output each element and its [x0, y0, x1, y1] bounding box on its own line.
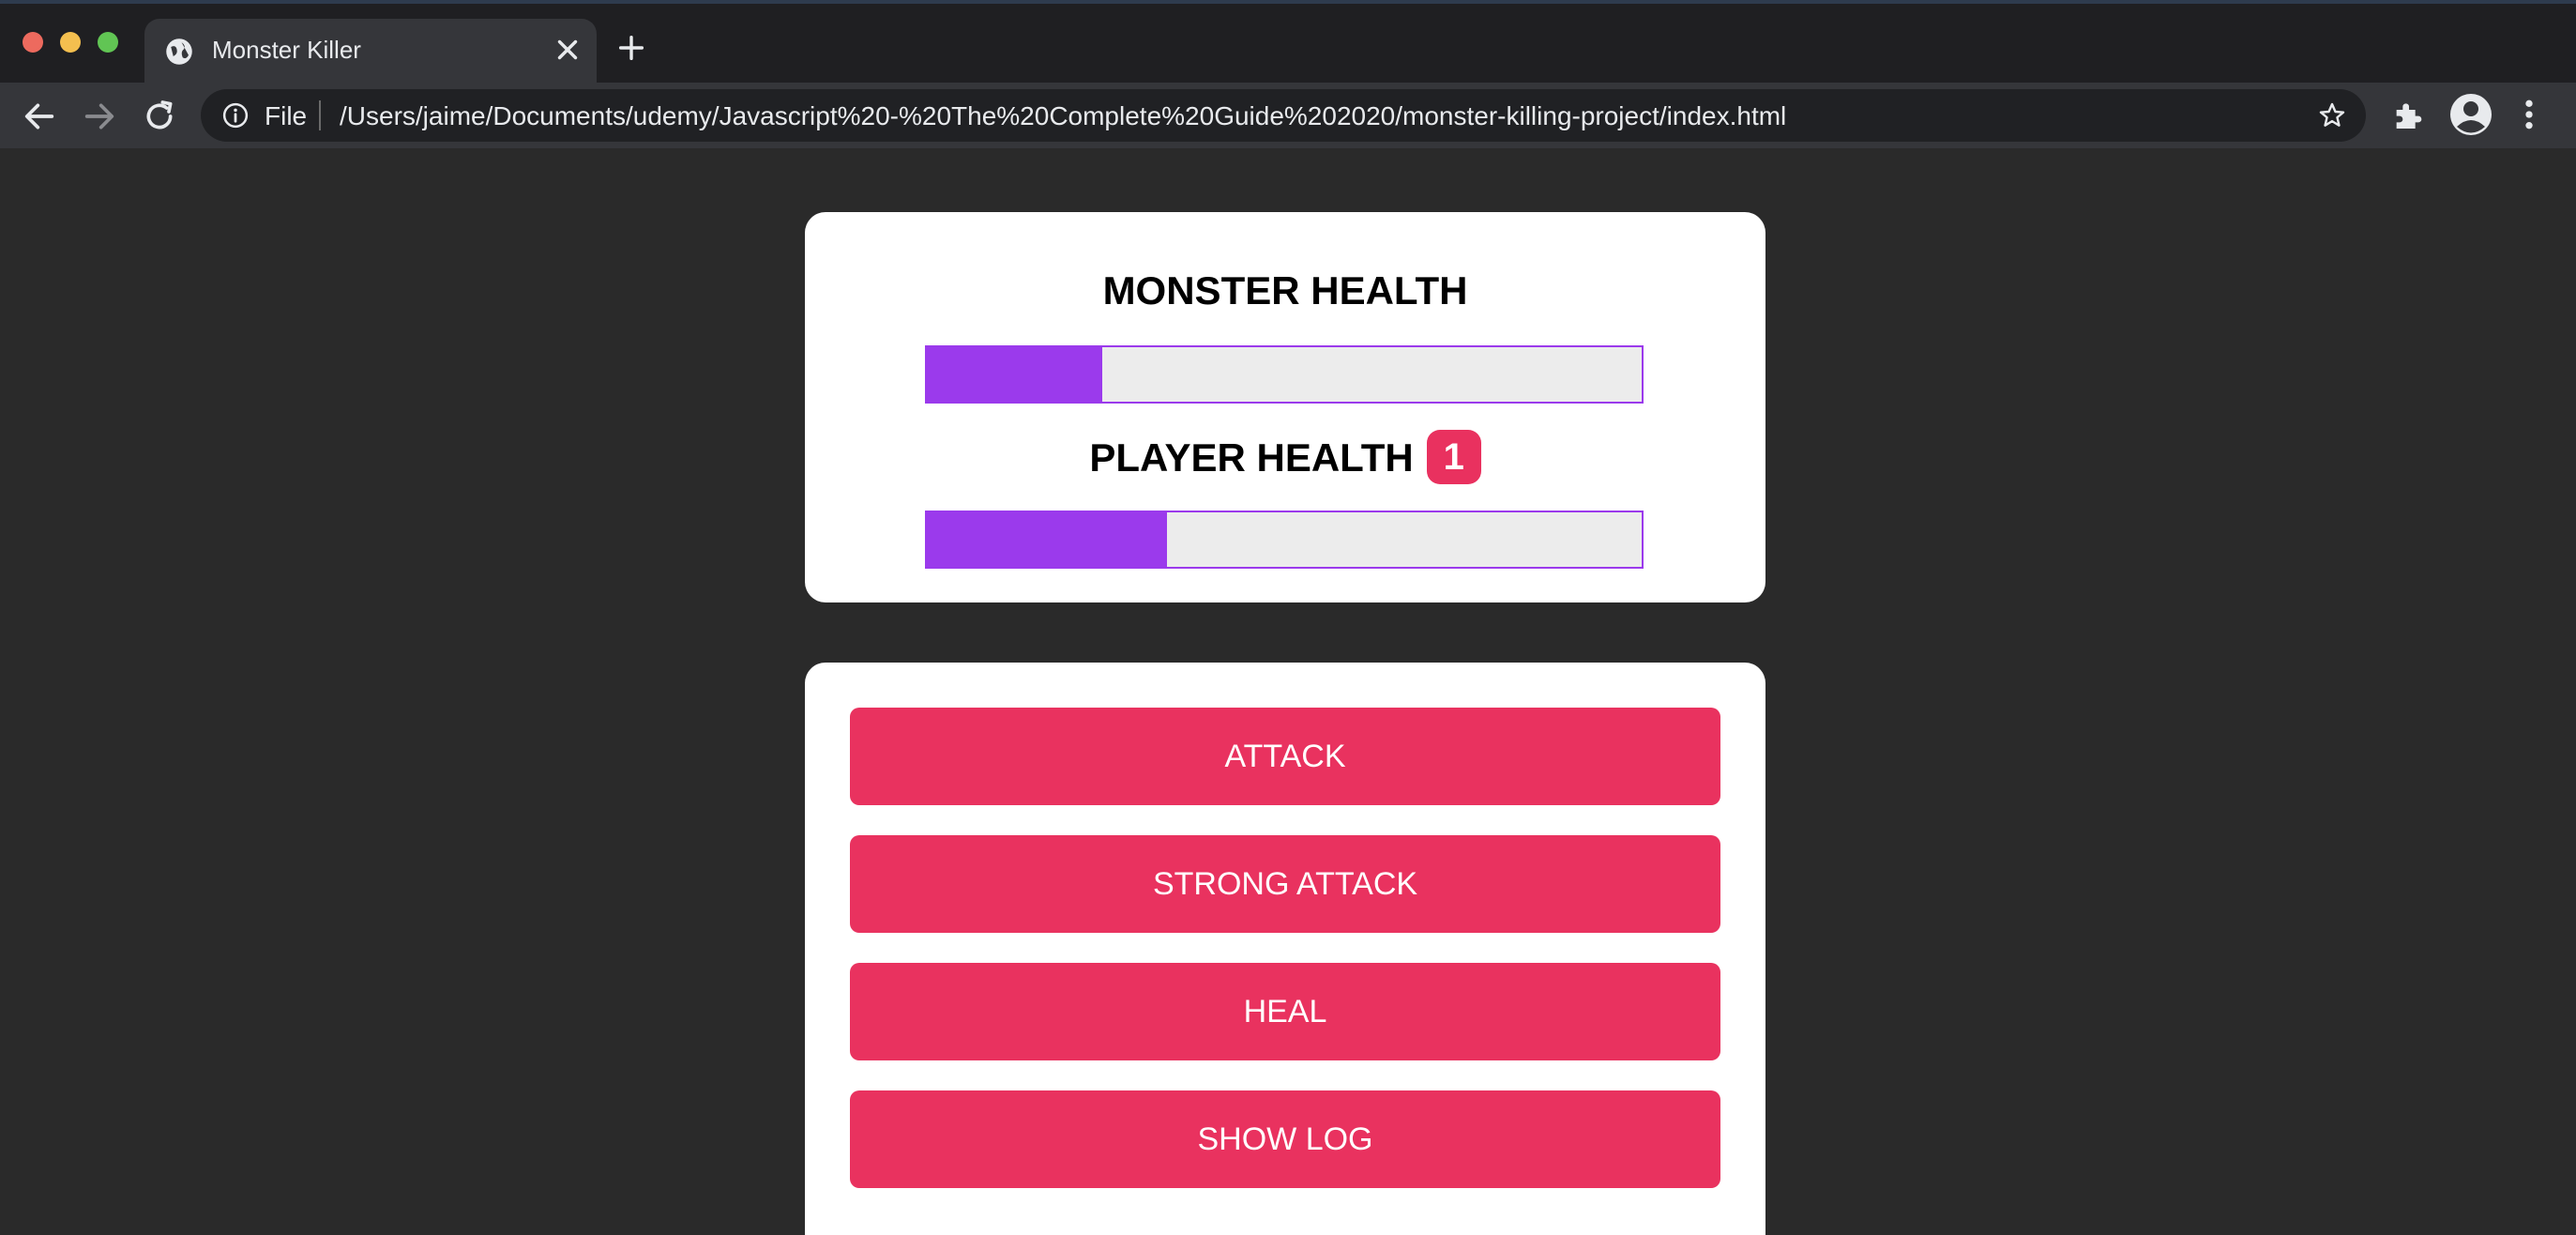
player-health-label: PLAYER HEALTH — [1089, 435, 1414, 480]
monster-health-bar — [925, 345, 1644, 404]
show-log-button[interactable]: SHOW LOG — [850, 1090, 1720, 1188]
file-scheme-label: File — [265, 101, 308, 130]
player-health-bar — [925, 511, 1644, 569]
address-bar[interactable]: File /Users/jaime/Documents/udemy/Javasc… — [201, 89, 2366, 142]
monster-health-fill — [927, 347, 1102, 402]
bonus-life-badge: 1 — [1426, 430, 1481, 484]
globe-icon — [166, 38, 192, 65]
health-panel: MONSTER HEALTH PLAYER HEALTH 1 — [805, 212, 1765, 602]
browser-toolbar: File /Users/jaime/Documents/udemy/Javasc… — [0, 83, 2576, 148]
minimize-window-button[interactable] — [60, 32, 81, 53]
close-window-button[interactable] — [23, 32, 43, 53]
address-divider — [319, 100, 321, 130]
attack-button[interactable]: ATTACK — [850, 708, 1720, 805]
player-health-title: PLAYER HEALTH 1 — [805, 430, 1765, 488]
maximize-window-button[interactable] — [98, 32, 118, 53]
info-icon[interactable] — [221, 101, 250, 130]
monster-health-label: MONSTER HEALTH — [1102, 268, 1468, 313]
browser-tab[interactable]: Monster Killer — [144, 19, 597, 83]
profile-icon[interactable] — [2448, 92, 2493, 137]
back-arrow-icon[interactable] — [21, 98, 58, 135]
player-health-fill — [927, 512, 1168, 567]
plus-icon[interactable] — [615, 32, 647, 64]
puzzle-icon[interactable] — [2390, 96, 2428, 133]
star-icon[interactable] — [2317, 100, 2347, 130]
forward-arrow-icon[interactable] — [81, 98, 118, 135]
tab-title: Monster Killer — [212, 36, 361, 64]
reload-icon[interactable] — [141, 98, 178, 135]
controls-panel: ATTACK STRONG ATTACK HEAL SHOW LOG — [805, 663, 1765, 1235]
url-text[interactable]: /Users/jaime/Documents/udemy/Javascript%… — [340, 101, 1786, 131]
more-vert-icon[interactable] — [2514, 96, 2544, 133]
strong-attack-button[interactable]: STRONG ATTACK — [850, 835, 1720, 933]
browser-chrome: Monster Killer File /Users/jaime/Documen… — [0, 0, 2576, 148]
heal-button[interactable]: HEAL — [850, 963, 1720, 1060]
close-icon[interactable] — [552, 34, 583, 66]
monster-health-title: MONSTER HEALTH — [805, 268, 1765, 313]
